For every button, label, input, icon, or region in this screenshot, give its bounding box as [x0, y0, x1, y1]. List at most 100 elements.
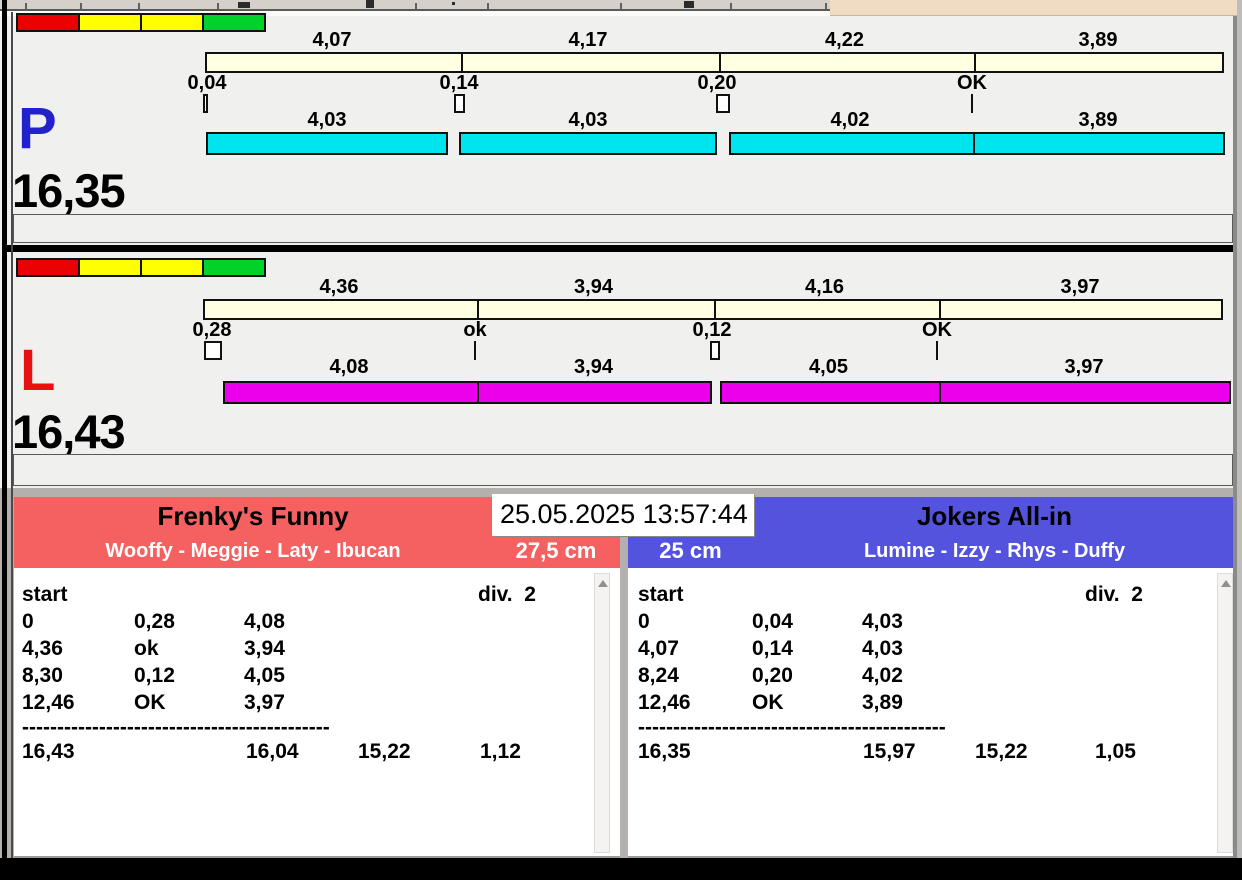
app-window: 4,07 4,17 4,22 3,89 0,04 0,14 0,20 OK 4,… — [0, 0, 1242, 880]
split-time-label: 3,89 — [1078, 29, 1118, 51]
window-border-left — [2, 0, 7, 858]
traffic-light-yellow-icon — [142, 260, 202, 275]
split-time-label: 4,36 — [319, 276, 359, 298]
cell-split: 3,94 — [244, 637, 285, 660]
table-row: 8,30 0,12 4,05 — [14, 662, 620, 689]
cell-elapsed: 12,46 — [638, 691, 691, 714]
scrollbar-up-button[interactable] — [1219, 575, 1231, 593]
table-separator: ----------------------------------------… — [14, 714, 620, 741]
chevron-up-icon — [598, 580, 608, 587]
scrollbar-up-button[interactable] — [596, 575, 608, 593]
lane-letter: P — [18, 96, 57, 161]
total-time: 16,35 — [638, 740, 691, 763]
table-row: 4,07 0,14 4,03 — [628, 635, 1236, 662]
table-header-row: start div. 2 — [14, 581, 620, 608]
table-row: 8,24 0,20 4,02 — [628, 662, 1236, 689]
cell-split: 4,03 — [862, 637, 903, 660]
team-left-table: start div. 2 0 0,28 4,08 4,36 ok 3,94 8,… — [14, 568, 620, 856]
lane-p-panel: 4,07 4,17 4,22 3,89 0,04 0,14 0,20 OK 4,… — [0, 12, 1242, 245]
crossing-label: 0,12 — [692, 319, 732, 341]
cell-crossing: 0,20 — [752, 664, 793, 687]
cell-elapsed: 0 — [22, 610, 34, 633]
team-left-panel: Frenky's Funny Wooffy - Meggie - Laty - … — [14, 497, 620, 858]
datetime-display: 25.05.2025 13:57:44 — [492, 494, 754, 536]
run-time-label: 3,89 — [1078, 109, 1118, 131]
cell-crossing: 0,28 — [134, 610, 175, 633]
traffic-light-yellow-icon — [80, 260, 140, 275]
team-dogs: Lumine - Izzy - Rhys - Duffy — [863, 540, 1126, 562]
team-size-class: 25 cm — [659, 538, 722, 563]
col-div-label: div. 2 — [478, 583, 536, 606]
lane-footer-strip — [13, 454, 1233, 486]
toolbar-remnant — [684, 1, 694, 8]
cell-crossing: 0,04 — [752, 610, 793, 633]
table-row: 0 0,04 4,03 — [628, 608, 1236, 635]
toolbar-remnant — [366, 0, 374, 8]
split-time-label: 4,22 — [825, 29, 864, 51]
table-totals-row: 16,43 16,04 15,22 1,12 — [14, 738, 620, 765]
traffic-light-bar — [16, 13, 266, 32]
lane-footer-strip — [13, 214, 1233, 243]
run-bar-divider — [477, 381, 479, 404]
split-bar-divider — [719, 52, 721, 73]
crossing-label: OK — [957, 72, 987, 94]
cell-elapsed: 8,30 — [22, 664, 63, 687]
fault-marker — [716, 94, 730, 113]
run-bar-segment — [729, 132, 1225, 155]
split-bar-divider — [974, 52, 976, 73]
team-name: Jokers All-in — [916, 501, 1073, 531]
split-time-label: 3,94 — [574, 276, 613, 298]
team-right-table: start div. 2 0 0,04 4,03 4,07 0,14 4,03 … — [628, 568, 1236, 856]
total-diff: 1,12 — [480, 740, 521, 763]
window-inner-border-left — [11, 12, 13, 858]
run-bar-segment — [223, 381, 712, 404]
split-bar-divider — [477, 299, 479, 320]
cell-elapsed: 4,36 — [22, 637, 63, 660]
traffic-light-green-icon — [204, 260, 264, 275]
split-bar — [205, 52, 1224, 73]
cell-crossing: OK — [134, 691, 166, 714]
crossing-label: 0,04 — [187, 72, 227, 94]
crossing-label: ok — [463, 319, 487, 341]
split-time-label: 3,97 — [1060, 276, 1100, 298]
col-div-label: div. 2 — [1085, 583, 1143, 606]
run-bar-segment — [720, 381, 1231, 404]
cell-elapsed: 8,24 — [638, 664, 679, 687]
run-time-label: 4,02 — [830, 109, 870, 131]
split-bar-divider — [939, 299, 941, 320]
table-header-row: start div. 2 — [628, 581, 1236, 608]
split-bar-divider — [461, 52, 463, 73]
run-time-label: 4,03 — [307, 109, 347, 131]
lane-separator — [7, 245, 1236, 252]
table-separator: ----------------------------------------… — [628, 714, 1236, 741]
total-diff: 1,05 — [1095, 740, 1136, 763]
table-row: 12,46 OK 3,97 — [14, 689, 620, 716]
cell-elapsed: 4,07 — [638, 637, 679, 660]
cell-crossing: 0,12 — [134, 664, 175, 687]
toolbar-strip — [0, 0, 830, 9]
toolbar-remnant — [238, 2, 250, 8]
total-clean: 15,97 — [863, 740, 916, 763]
total-time: 16,43 — [22, 740, 75, 763]
lane-letter: L — [20, 338, 55, 403]
run-bar-segment — [206, 132, 448, 155]
total-best: 15,22 — [358, 740, 411, 763]
cell-split: 4,02 — [862, 664, 903, 687]
cell-split: 3,97 — [244, 691, 285, 714]
run-time-label: 4,05 — [809, 356, 848, 378]
crossing-label: OK — [922, 319, 952, 341]
cell-crossing: 0,14 — [752, 637, 793, 660]
lane-l-panel: 4,36 3,94 4,16 3,97 0,28 ok 0,12 OK 4,08… — [0, 252, 1242, 488]
crossing-label: 0,20 — [697, 72, 737, 94]
window-border-bottom — [0, 858, 1242, 880]
traffic-light-bar — [16, 258, 266, 277]
run-time-label: 4,08 — [329, 356, 369, 378]
teams-area: 25.05.2025 13:57:44 Frenky's Funny Wooff… — [0, 488, 1242, 858]
cell-crossing: OK — [752, 691, 784, 714]
table-row: 12,46 OK 3,89 — [628, 689, 1236, 716]
cell-split: 4,05 — [244, 664, 285, 687]
team-right-panel: Jokers All-in Lumine - Izzy - Rhys - Duf… — [628, 497, 1236, 858]
scrollbar[interactable] — [594, 573, 610, 853]
cell-elapsed: 0 — [638, 610, 650, 633]
scrollbar[interactable] — [1217, 573, 1233, 853]
